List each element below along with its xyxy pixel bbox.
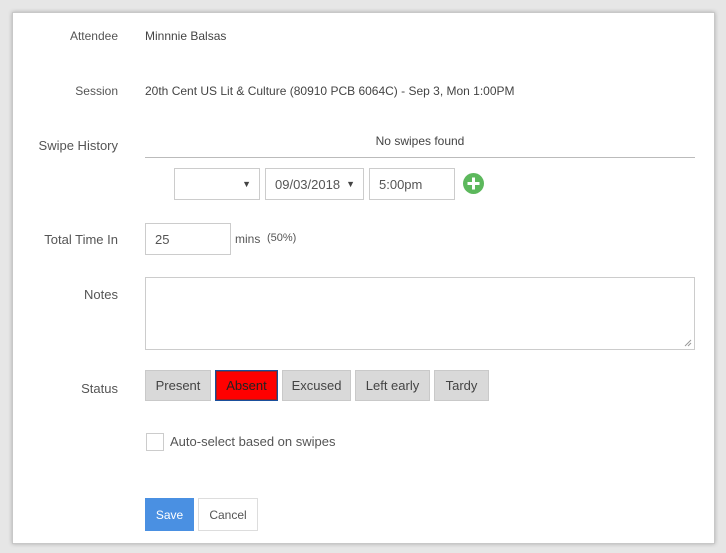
status-excused-button[interactable]: Excused — [282, 370, 351, 401]
chevron-down-icon: ▼ — [242, 179, 251, 189]
status-present-button[interactable]: Present — [145, 370, 211, 401]
total-time-unit: mins — [235, 232, 261, 246]
status-left-early-button[interactable]: Left early — [355, 370, 430, 401]
auto-select-checkbox[interactable] — [146, 433, 164, 451]
status-tardy-button[interactable]: Tardy — [434, 370, 489, 401]
no-swipes-text: No swipes found — [375, 134, 465, 148]
total-time-value: 25 — [155, 231, 170, 247]
notes-label: Notes — [84, 287, 118, 302]
status-absent-button[interactable]: Absent — [215, 370, 278, 401]
total-time-input[interactable]: 25 — [145, 223, 231, 255]
chevron-down-icon: ▼ — [346, 179, 355, 189]
attendee-value: Minnnie Balsas — [145, 29, 227, 43]
swipe-time-input[interactable]: 5:00pm — [369, 168, 455, 200]
status-label: Status — [81, 381, 118, 396]
add-swipe-button[interactable] — [463, 173, 484, 194]
swipe-time-value: 5:00pm — [379, 176, 423, 192]
save-button[interactable]: Save — [145, 498, 194, 531]
notes-textarea[interactable] — [145, 277, 695, 350]
total-time-label: Total Time In — [44, 232, 118, 247]
swipe-type-select[interactable]: ▼ — [174, 168, 260, 200]
session-value: 20th Cent US Lit & Culture (80910 PCB 60… — [145, 84, 515, 98]
resize-handle-icon[interactable] — [684, 339, 692, 347]
swipe-history-divider — [145, 157, 695, 158]
cancel-button[interactable]: Cancel — [198, 498, 258, 531]
total-time-percent: (50%) — [267, 232, 297, 244]
attendee-label: Attendee — [69, 29, 118, 43]
auto-select-label[interactable]: Auto-select based on swipes — [170, 434, 335, 449]
plus-circle-icon — [467, 177, 480, 190]
session-label: Session — [75, 84, 118, 98]
swipe-history-label: Swipe History — [38, 138, 118, 153]
swipe-date-select[interactable]: 09/03/2018 ▼ — [265, 168, 364, 200]
swipe-date-value: 09/03/2018 — [275, 176, 341, 192]
